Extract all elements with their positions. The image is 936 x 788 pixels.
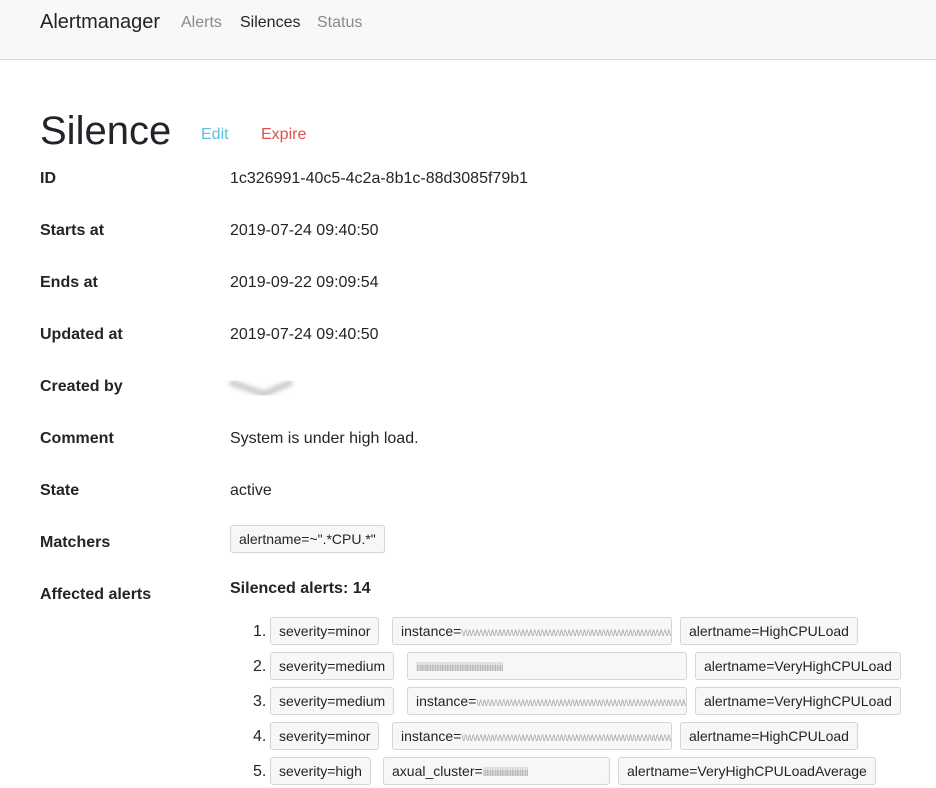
alertname-chip: alertname=VeryHighCPULoadAverage: [618, 757, 876, 785]
starts-at-label: Starts at: [40, 222, 105, 239]
edit-link[interactable]: Edit: [201, 126, 229, 144]
instance-prefix: instance=: [416, 693, 477, 709]
severity-chip: severity=high: [270, 757, 371, 785]
matchers-label: Matchers: [40, 534, 111, 551]
state-label: State: [40, 482, 80, 499]
alert-number: 2.: [253, 658, 267, 675]
updated-at-label: Updated at: [40, 326, 123, 343]
instance-chip: instance=wwwwwwwwwwwwwwwwwwwwwwwwwwwww: [407, 687, 687, 715]
created-by-redacted: [226, 374, 296, 404]
id-value: 1c326991-40c5-4c2a-8b1c-88d3085f79b1: [230, 170, 529, 187]
instance-prefix: axual_cluster=: [392, 763, 483, 779]
severity-chip: severity=medium: [270, 652, 395, 680]
nav-alerts[interactable]: Alerts: [181, 14, 222, 32]
top-navbar: Alertmanager Alerts Silences Status: [0, 0, 936, 60]
starts-at-value: 2019-07-24 09:40:50: [230, 222, 379, 239]
instance-prefix: instance=: [401, 728, 462, 744]
affected-alerts-label: Affected alerts: [40, 586, 152, 603]
alert-number: 4.: [253, 728, 267, 745]
app-brand[interactable]: Alertmanager: [40, 11, 160, 34]
silenced-alerts-count: Silenced alerts: 14: [230, 580, 371, 597]
state-value: active: [230, 482, 272, 499]
nav-status[interactable]: Status: [317, 14, 362, 32]
ends-at-value: 2019-09-22 09:09:54: [230, 274, 379, 291]
alertname-chip: alertname=HighCPULoad: [680, 617, 858, 645]
instance-redacted: wwwwwwwwwwwwwwwwwwwwwwwwwwwww: [476, 695, 687, 709]
severity-chip: severity=minor: [270, 617, 380, 645]
id-label: ID: [40, 170, 56, 187]
alertname-chip: alertname=VeryHighCPULoad: [695, 652, 901, 680]
created-by-label: Created by: [40, 378, 123, 395]
instance-prefix: instance=: [401, 623, 462, 639]
instance-redacted: wwwwwwwwwwwwwwwwwwwwwwwwwwwww: [461, 730, 672, 744]
alert-number: 3.: [253, 693, 267, 710]
instance-chip: instance=wwwwwwwwwwwwwwwwwwwwwwwwwwwww: [392, 722, 672, 750]
instance-redacted: wwwwwwwwwwwwwwwwwwwwwwwwwwwww: [461, 625, 672, 639]
severity-chip: severity=medium: [270, 687, 395, 715]
instance-chip: iiiiiiiiiiiiiiiiiiiiiiiiiiiiiiiiiiiiiiii…: [407, 652, 687, 680]
instance-chip: axual_cluster=iiiiiiiiiiiiiiiiiiiiiiiiii…: [383, 757, 610, 785]
page-title: Silence: [40, 109, 172, 153]
instance-chip: instance=wwwwwwwwwwwwwwwwwwwwwwwwwwwww: [392, 617, 672, 645]
updated-at-value: 2019-07-24 09:40:50: [230, 326, 379, 343]
comment-value: System is under high load.: [230, 430, 419, 447]
matcher-chip: alertname=~".*CPU.*": [230, 525, 385, 553]
nav-silences[interactable]: Silences: [240, 14, 300, 32]
instance-redacted: iiiiiiiiiiiiiiiiiiiiiiiiiiiiiiiiiiiiiiii…: [416, 660, 504, 674]
alertname-chip: alertname=HighCPULoad: [680, 722, 858, 750]
comment-label: Comment: [40, 430, 114, 447]
expire-link[interactable]: Expire: [261, 126, 306, 144]
instance-redacted: iiiiiiiiiiiiiiiiiiiiiiiiiii: [482, 765, 529, 779]
alertname-chip: alertname=VeryHighCPULoad: [695, 687, 901, 715]
severity-chip: severity=minor: [270, 722, 380, 750]
alert-number: 5.: [253, 763, 267, 780]
ends-at-label: Ends at: [40, 274, 98, 291]
alert-number: 1.: [253, 623, 267, 640]
